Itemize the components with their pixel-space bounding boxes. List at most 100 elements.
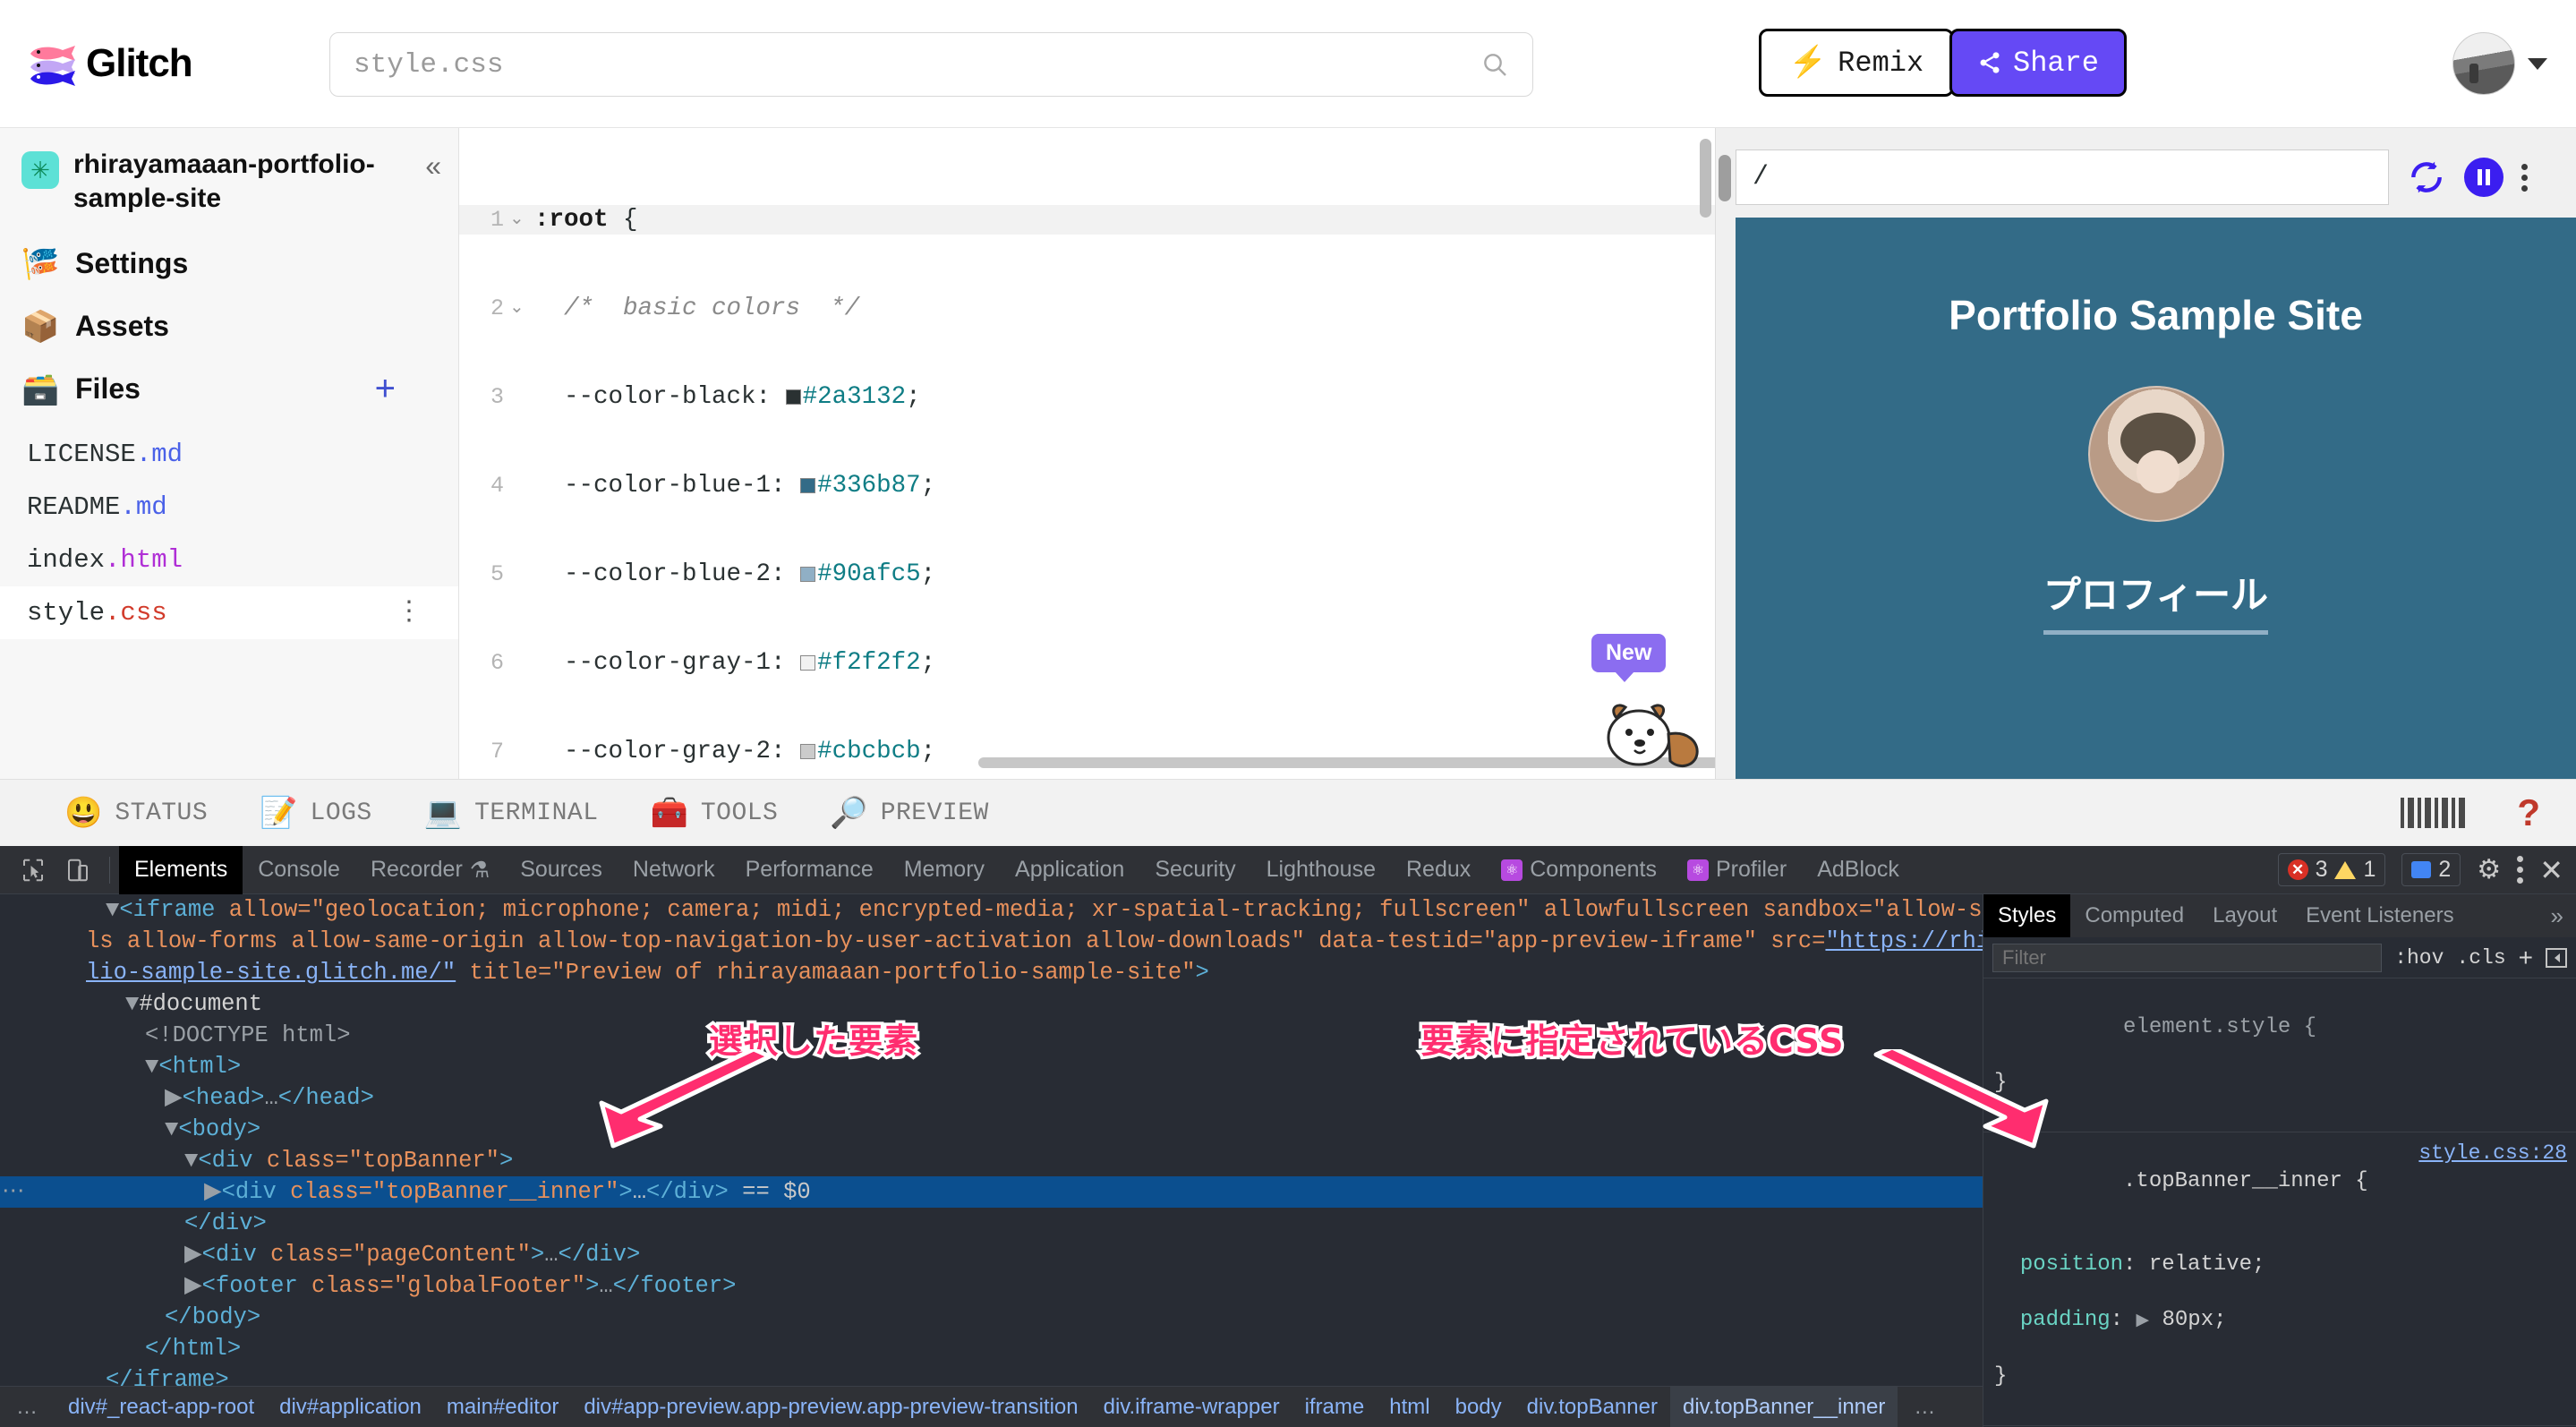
- new-style-rule-button[interactable]: +: [2519, 944, 2533, 972]
- message-counts[interactable]: 2: [2401, 853, 2461, 886]
- tab-performance[interactable]: Performance: [730, 846, 889, 894]
- tab-computed[interactable]: Computed: [2070, 894, 2198, 937]
- code-editor[interactable]: 1 ⌄:root { 2 ⌄ /* basic colors */ 3 --colo…: [459, 128, 1715, 779]
- tab-application[interactable]: Application: [1000, 846, 1139, 894]
- help-button[interactable]: ?: [2517, 791, 2540, 834]
- barcode-icon[interactable]: [2401, 798, 2466, 828]
- site-profile-tab[interactable]: プロフィール: [1736, 565, 2576, 635]
- rule-source-link[interactable]: style.css:28: [2418, 1140, 2567, 1167]
- breadcrumb-item[interactable]: main#editor: [434, 1387, 571, 1427]
- close-icon[interactable]: ✕: [2539, 853, 2563, 887]
- kebab-menu-icon[interactable]: ⋮: [396, 595, 422, 628]
- css-property[interactable]: padding: [2020, 1308, 2111, 1332]
- issue-counts[interactable]: ✕ 3 1: [2277, 853, 2386, 886]
- css-value[interactable]: 80px: [2162, 1308, 2213, 1332]
- file-item-readme[interactable]: README.md: [0, 481, 458, 534]
- terminal-button[interactable]: 💻 TERMINAL: [424, 795, 599, 831]
- tab-components[interactable]: ⚛ Components: [1486, 846, 1672, 894]
- dom-node[interactable]: ▶<footer class="globalFooter">…</footer>: [0, 1270, 1983, 1302]
- refresh-icon[interactable]: [2407, 158, 2446, 197]
- dom-node[interactable]: ▼<iframe allow="geolocation; microphone;…: [0, 894, 1983, 926]
- tab-event-listeners[interactable]: Event Listeners: [2291, 894, 2468, 937]
- collapse-sidebar-button[interactable]: «: [425, 150, 441, 183]
- gear-icon[interactable]: ⚙: [2477, 854, 2501, 885]
- styles-more-tabs-icon[interactable]: »: [2538, 902, 2576, 930]
- dom-node[interactable]: ls allow-forms allow-same-origin allow-t…: [0, 926, 1983, 957]
- share-button[interactable]: Share: [1949, 29, 2127, 97]
- tab-network[interactable]: Network: [618, 846, 730, 894]
- breadcrumb-overflow[interactable]: …: [0, 1391, 55, 1423]
- cls-toggle[interactable]: .cls: [2456, 946, 2505, 970]
- dom-node[interactable]: </body>: [0, 1302, 1983, 1333]
- dom-node-selected[interactable]: ▶<div class="topBanner__inner">…</div> =…: [0, 1176, 1983, 1208]
- sidebar-item-settings[interactable]: 🎏 Settings: [0, 233, 458, 295]
- chevron-down-icon[interactable]: [2528, 57, 2547, 70]
- hov-toggle[interactable]: :hov: [2394, 946, 2444, 970]
- tab-console[interactable]: Console: [243, 846, 355, 894]
- tab-lighthouse[interactable]: Lighthouse: [1251, 846, 1391, 894]
- dom-node-more-icon[interactable]: ⋯: [2, 1176, 25, 1208]
- preview-menu-icon[interactable]: [2521, 163, 2528, 192]
- editor-vertical-scrollbar[interactable]: [1700, 139, 1711, 218]
- dom-node[interactable]: </div>: [0, 1208, 1983, 1239]
- css-property[interactable]: position: [2020, 1252, 2123, 1277]
- tools-button[interactable]: 🧰 TOOLS: [651, 795, 779, 831]
- tab-redux[interactable]: Redux: [1391, 846, 1486, 894]
- css-value[interactable]: relative: [2149, 1252, 2252, 1277]
- tab-elements[interactable]: Elements: [119, 845, 243, 894]
- tab-adblock[interactable]: AdBlock: [1802, 846, 1915, 894]
- dom-node[interactable]: ▶<head>…</head>: [0, 1082, 1983, 1114]
- tab-layout[interactable]: Layout: [2198, 894, 2291, 937]
- user-menu[interactable]: [2452, 32, 2547, 95]
- fold-arrow-icon[interactable]: ⌄: [509, 205, 529, 235]
- breadcrumb-trailing[interactable]: …: [1898, 1391, 1953, 1423]
- device-toolbar-icon[interactable]: [64, 857, 91, 884]
- logs-button[interactable]: 📝 LOGS: [260, 795, 372, 831]
- dom-node[interactable]: lio-sample-site.glitch.me/" title="Previ…: [0, 957, 1983, 988]
- tab-styles[interactable]: Styles: [1983, 894, 2071, 937]
- file-item-index[interactable]: index.html: [0, 534, 458, 586]
- project-header[interactable]: ✳ rhirayamaaan-portfolio-sample-site «: [0, 128, 458, 233]
- breadcrumb-item[interactable]: div.topBanner: [1514, 1387, 1670, 1427]
- pause-icon[interactable]: [2464, 158, 2503, 197]
- breadcrumb-item[interactable]: div#application: [267, 1387, 434, 1427]
- devtools-menu-icon[interactable]: [2517, 856, 2524, 884]
- file-item-style[interactable]: style.css ⋮: [0, 585, 458, 639]
- dom-tree[interactable]: ▼<iframe allow="geolocation; microphone;…: [0, 894, 1983, 1427]
- dom-node[interactable]: ▶<div class="pageContent">…</div>: [0, 1239, 1983, 1270]
- breadcrumb-item[interactable]: div#app-preview.app-preview.app-preview-…: [571, 1387, 1090, 1427]
- tab-security[interactable]: Security: [1139, 846, 1250, 894]
- preview-url-input[interactable]: /: [1736, 150, 2389, 205]
- search-bar[interactable]: [329, 32, 1533, 97]
- inspect-cursor-icon[interactable]: [20, 857, 47, 884]
- breadcrumb-item[interactable]: html: [1377, 1387, 1442, 1427]
- tab-memory[interactable]: Memory: [889, 846, 1000, 894]
- expand-arrow-icon[interactable]: ▶: [2136, 1311, 2149, 1330]
- file-item-license[interactable]: LICENSE.md: [0, 428, 458, 481]
- sidebar-item-assets[interactable]: 📦 Assets: [0, 295, 458, 358]
- breadcrumb-item[interactable]: iframe: [1292, 1387, 1378, 1427]
- breadcrumb-item[interactable]: body: [1443, 1387, 1514, 1427]
- dom-node[interactable]: </html>: [0, 1333, 1983, 1364]
- breadcrumb-item[interactable]: div.iframe-wrapper: [1091, 1387, 1292, 1427]
- tab-sources[interactable]: Sources: [505, 846, 618, 894]
- preview-button[interactable]: 🔎 PREVIEW: [830, 795, 988, 831]
- dom-node[interactable]: ▼<body>: [0, 1114, 1983, 1145]
- styles-filter-input[interactable]: [1992, 943, 2383, 972]
- style-rule-topbanner-inner[interactable]: .topBanner__inner { style.css:28 positio…: [1983, 1132, 2576, 1426]
- status-button[interactable]: 😃 STATUS: [64, 795, 208, 831]
- tab-recorder[interactable]: Recorder ⚗: [355, 846, 505, 894]
- avatar[interactable]: [2452, 32, 2515, 95]
- dom-node[interactable]: ▼<div class="topBanner">: [0, 1145, 1983, 1176]
- add-file-button[interactable]: +: [375, 369, 396, 409]
- sidebar-item-files[interactable]: 🗃️ Files +: [0, 358, 458, 421]
- breadcrumb-item[interactable]: div#_react-app-root: [55, 1387, 267, 1427]
- toggle-sidebar-icon[interactable]: [2546, 947, 2567, 968]
- remix-button[interactable]: ⚡ Remix: [1759, 29, 1954, 97]
- preview-iframe[interactable]: Portfolio Sample Site プロフィール: [1736, 218, 2576, 779]
- glitch-logo[interactable]: Glitch: [29, 41, 193, 86]
- fold-arrow-icon[interactable]: ⌄: [509, 294, 529, 323]
- preview-resize-handle[interactable]: [1719, 155, 1731, 201]
- breadcrumb-item-selected[interactable]: div.topBanner__inner: [1669, 1387, 1898, 1427]
- tab-profiler[interactable]: ⚛ Profiler: [1672, 846, 1802, 894]
